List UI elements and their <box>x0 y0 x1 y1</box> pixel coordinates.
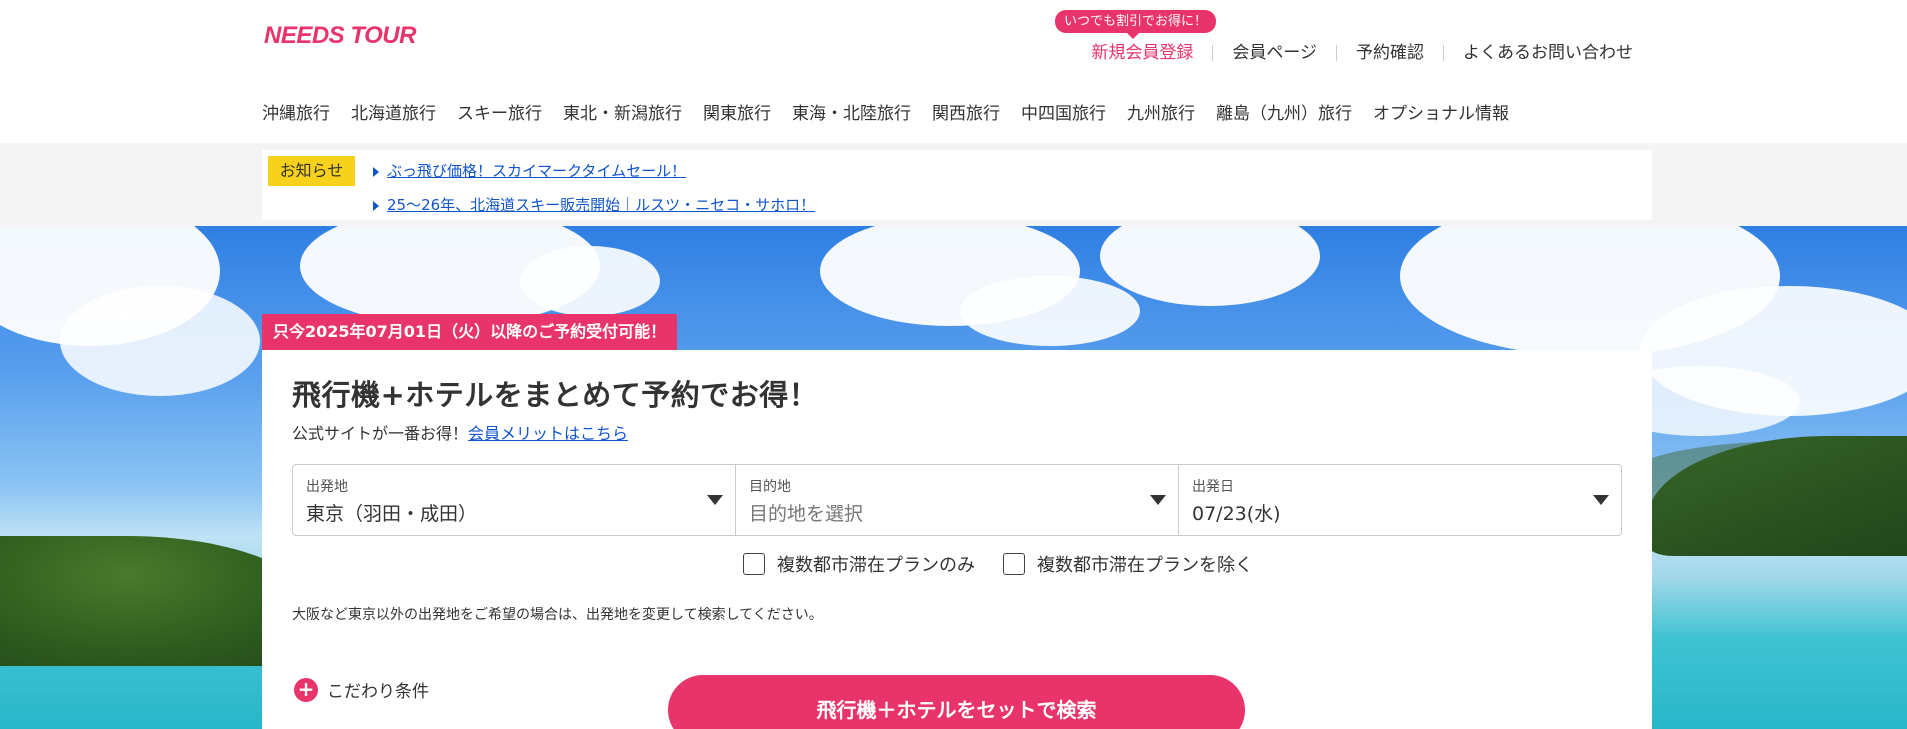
notice-label: お知らせ <box>268 156 355 186</box>
notice-link-ski[interactable]: 25〜26年、北海道スキー販売開始｜ルスツ・ニセコ・サホロ！ <box>373 194 815 215</box>
field-value: 07/23(水) <box>1192 503 1281 525</box>
nav-okinawa[interactable]: 沖縄旅行 <box>262 99 330 124</box>
field-label: 目的地 <box>749 479 791 495</box>
checkbox-label: 複数都市滞在プランのみ <box>777 555 975 576</box>
member-merit-link[interactable]: 会員メリットはこちら <box>468 424 628 443</box>
main-nav: 沖縄旅行 北海道旅行 スキー旅行 東北・新潟旅行 関東旅行 東海・北陸旅行 関西… <box>262 99 1530 124</box>
field-label: 出発地 <box>306 479 348 495</box>
reservation-check-link[interactable]: 予約確認 <box>1336 45 1443 62</box>
promo-bubble: いつでも割引でお得に！ <box>1055 10 1217 39</box>
departure-date-select[interactable]: 出発日 07/23(水) <box>1178 465 1621 535</box>
nav-kanto[interactable]: 関東旅行 <box>703 99 771 124</box>
subtitle-text: 公式サイトが一番お得！ <box>292 424 469 443</box>
cloud <box>60 286 260 396</box>
site-header: NEEDS TOUR いつでも割引でお得に！ 新規会員登録 会員ページ 予約確認… <box>0 0 1907 143</box>
faq-link[interactable]: よくあるお問い合わせ <box>1443 45 1633 62</box>
departure-note: 大阪など東京以外の出発地をご希望の場合は、出発地を変更して検索してください。 <box>292 607 823 623</box>
member-page-link[interactable]: 会員ページ <box>1212 45 1336 62</box>
notice-link-skymark[interactable]: ぶっ飛び価格！スカイマークタイムセール！ <box>373 160 686 181</box>
search-fields: 出発地 東京（羽田・成田） 目的地 目的地を選択 出発日 07/23(水) <box>292 464 1622 536</box>
cloud <box>1100 226 1320 306</box>
checkbox-label: 複数都市滞在プランを除く <box>1037 555 1253 576</box>
chevron-down-icon <box>1150 495 1166 505</box>
checkbox-box[interactable] <box>743 553 765 575</box>
chevron-down-icon <box>707 495 723 505</box>
nav-ski[interactable]: スキー旅行 <box>457 99 542 124</box>
search-title: 飛行機+ホテルをまとめて予約でお得！ <box>292 378 819 412</box>
destination-select[interactable]: 目的地 目的地を選択 <box>735 465 1178 535</box>
utility-nav: 新規会員登録 会員ページ 予約確認 よくあるお問い合わせ <box>1091 45 1633 62</box>
chevron-down-icon <box>1593 495 1609 505</box>
nav-tohoku-niigata[interactable]: 東北・新潟旅行 <box>563 99 682 124</box>
site-logo[interactable]: NEEDS TOUR <box>264 22 416 50</box>
multi-city-only-checkbox[interactable]: 複数都市滞在プランのみ <box>743 551 975 577</box>
search-button[interactable]: 飛行機＋ホテルをセットで検索 <box>668 675 1245 729</box>
field-placeholder: 目的地を選択 <box>749 503 864 525</box>
availability-badge: 只今2025年07月01日（火）以降のご予約受付可能！ <box>262 314 678 350</box>
cloud <box>960 276 1140 346</box>
nav-hokkaido[interactable]: 北海道旅行 <box>351 99 436 124</box>
conditions-label: こだわり条件 <box>327 682 429 702</box>
notice-link-text: 25〜26年、北海道スキー販売開始｜ルスツ・ニセコ・サホロ！ <box>387 196 816 214</box>
nav-kyushu[interactable]: 九州旅行 <box>1127 99 1195 124</box>
caret-right-icon <box>373 200 379 211</box>
checkbox-box[interactable] <box>1003 553 1025 575</box>
search-subtitle: 公式サイトが一番お得！会員メリットはこちら <box>292 420 628 444</box>
nav-chushikoku[interactable]: 中四国旅行 <box>1021 99 1106 124</box>
plan-filters: 複数都市滞在プランのみ 複数都市滞在プランを除く <box>743 551 1281 577</box>
field-label: 出発日 <box>1192 479 1234 495</box>
nav-kansai[interactable]: 関西旅行 <box>932 99 1000 124</box>
search-card: 飛行機+ホテルをまとめて予約でお得！ 公式サイトが一番お得！会員メリットはこちら… <box>262 350 1652 729</box>
nav-remote-islands[interactable]: 離島（九州）旅行 <box>1216 99 1352 124</box>
notice-link-text: ぶっ飛び価格！スカイマークタイムセール！ <box>387 162 687 180</box>
conditions-toggle[interactable]: + こだわり条件 <box>294 677 429 702</box>
exclude-multi-city-checkbox[interactable]: 複数都市滞在プランを除く <box>1003 551 1253 577</box>
nav-optional[interactable]: オプショナル情報 <box>1373 99 1509 124</box>
field-value: 東京（羽田・成田） <box>306 503 478 525</box>
cloud <box>520 246 660 316</box>
nav-tokai-hokuriku[interactable]: 東海・北陸旅行 <box>792 99 911 124</box>
plus-icon: + <box>294 677 318 702</box>
departure-select[interactable]: 出発地 東京（羽田・成田） <box>293 465 735 535</box>
caret-right-icon <box>373 166 379 177</box>
register-link[interactable]: 新規会員登録 <box>1091 45 1212 62</box>
